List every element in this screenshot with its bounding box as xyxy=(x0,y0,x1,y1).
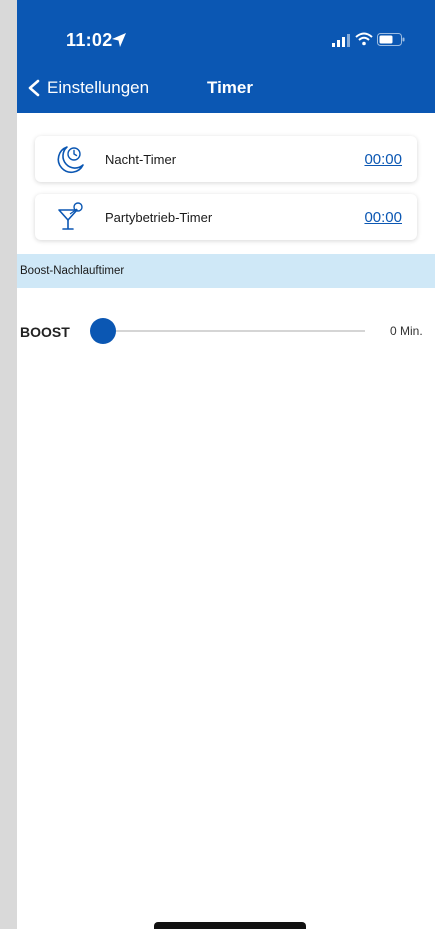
battery-icon xyxy=(377,33,405,46)
night-timer-label: Nacht-Timer xyxy=(105,151,177,167)
boost-slider-value: 0 Min. xyxy=(390,324,423,338)
location-arrow-icon xyxy=(112,33,126,47)
cellular-signal-icon xyxy=(332,34,350,47)
night-timer-row[interactable]: Nacht-Timer 00:00 xyxy=(35,136,417,182)
party-timer-label: Partybetrieb-Timer xyxy=(105,209,213,225)
page-title: Timer xyxy=(207,78,253,97)
screenshot-frame: 11:02 Einstellungen Timer Nacht-Timer 00… xyxy=(0,0,435,929)
status-time: 11:02 xyxy=(66,30,113,50)
boost-slider-track[interactable] xyxy=(90,318,365,344)
phone-screen: 11:02 Einstellungen Timer Nacht-Timer 00… xyxy=(17,0,435,929)
party-timer-value[interactable]: 00:00 xyxy=(364,209,402,226)
back-button-label: Einstellungen xyxy=(47,78,150,97)
chevron-left-icon xyxy=(28,79,40,97)
boost-section-header: Boost-Nachlauftimer xyxy=(17,254,435,288)
boost-section-title: Boost-Nachlauftimer xyxy=(20,265,125,277)
moon-clock-icon xyxy=(57,146,84,174)
night-timer-value[interactable]: 00:00 xyxy=(364,151,402,168)
home-indicator xyxy=(154,922,306,929)
app-header: 11:02 Einstellungen Timer xyxy=(17,0,435,113)
cocktail-glass-icon xyxy=(58,202,83,230)
boost-slider-thumb[interactable] xyxy=(90,318,116,344)
party-timer-row[interactable]: Partybetrieb-Timer 00:00 xyxy=(35,194,417,240)
wifi-icon xyxy=(355,32,373,46)
boost-slider-label: BOOST xyxy=(20,324,70,340)
back-button[interactable]: Einstellungen xyxy=(27,75,149,101)
